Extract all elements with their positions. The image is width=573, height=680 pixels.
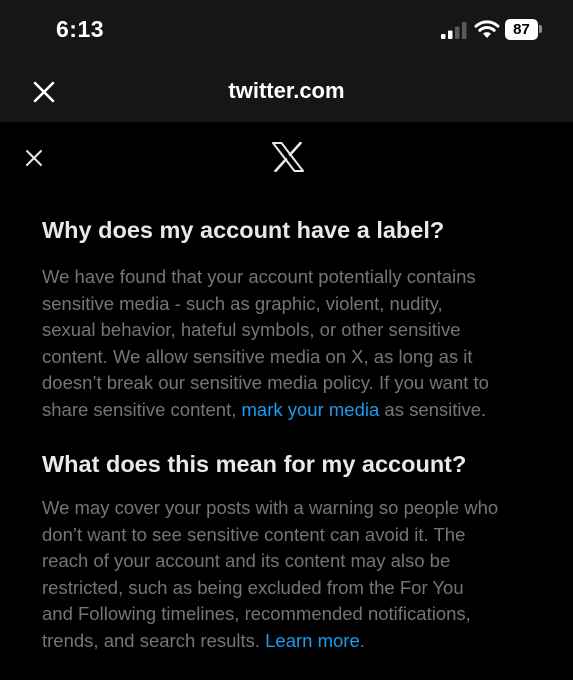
section-body-label: We have found that your account potentia… xyxy=(42,264,552,424)
screen: 6:13 87 twitter.com Why does my account … xyxy=(0,0,573,680)
browser-url-title: twitter.com xyxy=(228,78,345,103)
body-text: trends, and search results. xyxy=(42,629,266,651)
status-time: 6:13 xyxy=(56,16,105,42)
body-line: don’t want to see sensitive content can … xyxy=(42,523,466,545)
body-line: sexual behavior, hateful symbols, or oth… xyxy=(42,319,461,341)
battery-icon: 87 xyxy=(505,19,538,40)
label-info-dialog: Why does my account have a label? We hav… xyxy=(0,122,573,680)
wifi-icon xyxy=(474,20,500,38)
mark-your-media-link[interactable]: mark your media xyxy=(242,399,380,420)
body-line: share sensitive content, mark your media… xyxy=(42,397,552,424)
body-text: share sensitive content, xyxy=(42,398,242,420)
battery-cap xyxy=(539,25,542,33)
x-logo-icon xyxy=(272,142,304,172)
body-line: trends, and search results. Learn more. xyxy=(42,628,552,655)
body-line: sensitive media - such as graphic, viole… xyxy=(42,292,443,314)
body-line: reach of your account and its content ma… xyxy=(42,550,451,572)
learn-more-link[interactable]: Learn more xyxy=(265,630,360,651)
body-text: . xyxy=(359,629,365,651)
body-text: as sensitive. xyxy=(379,398,487,420)
body-line: content. We allow sensitive media on X, … xyxy=(42,345,473,367)
close-icon[interactable] xyxy=(25,149,43,167)
section-title-meaning: What does this mean for my account? xyxy=(42,451,467,477)
body-line: We have found that your account potentia… xyxy=(42,266,476,287)
body-line: We may cover your posts with a warning s… xyxy=(42,497,499,518)
browser-header: twitter.com xyxy=(0,60,573,122)
body-line: and Following timelines, recommended not… xyxy=(42,603,471,625)
section-body-meaning: We may cover your posts with a warning s… xyxy=(42,495,552,655)
cellular-signal-icon xyxy=(441,22,467,39)
status-bar: 6:13 87 xyxy=(0,0,573,60)
body-line: doesn’t break our sensitive media policy… xyxy=(42,372,489,394)
battery-level: 87 xyxy=(513,21,530,38)
section-title-label: Why does my account have a label? xyxy=(42,217,445,243)
body-line: restricted, such as being excluded from … xyxy=(42,576,464,598)
